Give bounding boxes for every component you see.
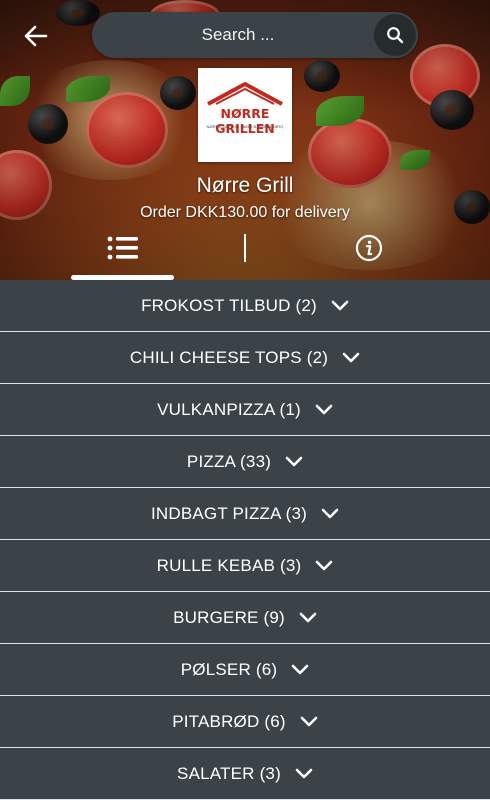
category-row[interactable]: PØLSER (6): [0, 644, 490, 696]
category-label: RULLE KEBAB (3): [156, 555, 302, 575]
category-label: VULKANPIZZA (1): [157, 399, 301, 419]
chevron-down-icon: [316, 560, 333, 570]
category-row[interactable]: VULKANPIZZA (1): [0, 384, 490, 436]
info-icon: [355, 234, 383, 262]
chevron-down-icon: [285, 456, 303, 466]
logo-title: NØRRE GRILLEN: [215, 106, 275, 136]
restaurant-logo: NØRRE GRILLEN NØRREGADE 63 · 8850 BJERRI…: [198, 68, 292, 162]
tab-menu[interactable]: [107, 235, 139, 261]
category-label: CHILI CHEESE TOPS (2): [129, 347, 329, 367]
category-list: FROKOST TILBUD (2) CHILI CHEESE TOPS (2)…: [0, 280, 490, 800]
category-label: SALATER (3): [177, 763, 281, 783]
chevron-down-icon: [299, 612, 317, 622]
category-label: BURGERE (9): [173, 607, 285, 627]
chevron-down-icon: [342, 352, 360, 362]
category-label: INDBAGT PIZZA (3): [150, 503, 308, 523]
logo-subtitle: NØRREGADE 63 · 8850 BJERRINGBRO: [206, 124, 284, 129]
search-bar: [92, 12, 418, 58]
chevron-down-icon: [321, 508, 339, 518]
category-row[interactable]: FROKOST TILBUD (2): [0, 280, 490, 332]
back-button[interactable]: [20, 20, 52, 52]
category-row[interactable]: SALATER (3): [0, 748, 490, 800]
category-label: PITABRØD (6): [172, 711, 286, 731]
category-row[interactable]: INDBAGT PIZZA (3): [0, 488, 490, 540]
list-icon: [107, 236, 138, 260]
arrow-left-icon: [24, 25, 48, 47]
category-row[interactable]: CHILI CHEESE TOPS (2): [0, 332, 490, 384]
category-row[interactable]: PITABRØD (6): [0, 696, 490, 748]
category-label: FROKOST TILBUD (2): [141, 295, 317, 315]
chevron-down-icon: [331, 300, 349, 310]
tab-info[interactable]: [355, 234, 383, 262]
category-row[interactable]: PIZZA (33): [0, 436, 490, 488]
search-icon: [387, 27, 404, 44]
chevron-down-icon: [315, 404, 333, 414]
chevron-down-icon: [291, 664, 309, 674]
chevron-down-icon: [300, 716, 318, 726]
minimum-order-text: Order DKK130.00 for delivery: [140, 204, 350, 221]
logo-roof-graphic: [207, 81, 283, 106]
search-button[interactable]: [374, 14, 416, 56]
category-label: PØLSER (6): [180, 659, 278, 679]
tab-divider: [244, 234, 246, 262]
category-row[interactable]: RULLE KEBAB (3): [0, 540, 490, 592]
category-label: PIZZA (33): [186, 451, 272, 471]
restaurant-name: Nørre Grill: [196, 174, 294, 197]
search-input[interactable]: [92, 12, 374, 58]
chevron-down-icon: [295, 768, 313, 778]
category-row[interactable]: BURGERE (9): [0, 592, 490, 644]
